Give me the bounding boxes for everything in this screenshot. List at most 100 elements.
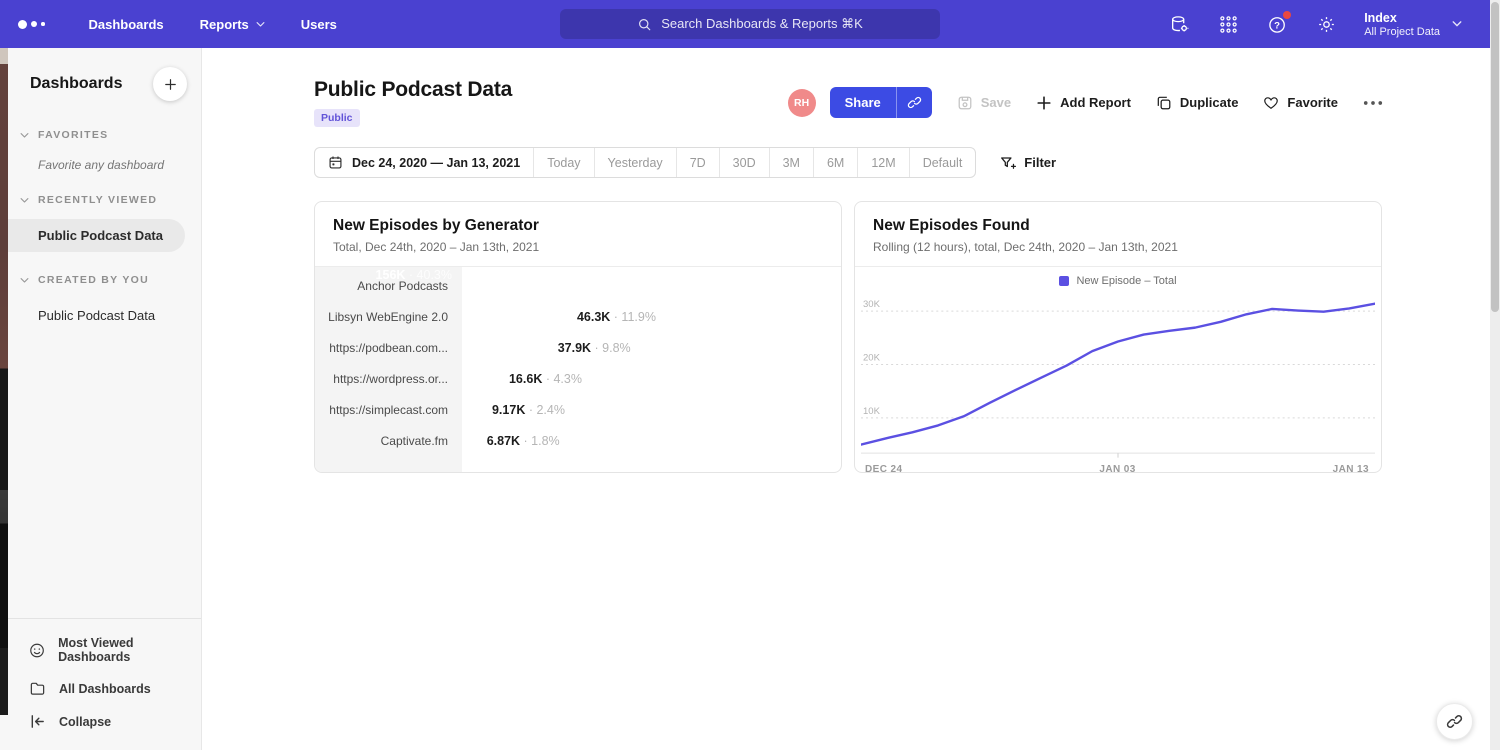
brand-logo[interactable]	[18, 20, 45, 29]
search-input[interactable]: Search Dashboards & Reports ⌘K	[560, 9, 940, 39]
line-chart-svg: 10K20K30K	[861, 294, 1375, 459]
preset-default[interactable]: Default	[910, 148, 976, 177]
page-header: Public Podcast Data Public RH Share Save	[314, 78, 1383, 127]
bar-value-label: 6.87K · 1.8%	[487, 434, 560, 448]
brand-dot	[31, 21, 37, 27]
bar-value-label: 156K · 40.3%	[376, 268, 452, 282]
bar-track: 16.6K · 4.3%	[462, 368, 819, 390]
preset-7d[interactable]: 7D	[677, 148, 720, 177]
sidebar-section-favorites: FAVORITESFavorite any dashboard	[8, 129, 201, 172]
sidebar-section-recently-viewed: RECENTLY VIEWED Public Podcast Data	[8, 194, 201, 252]
bar-track: 6.87K · 1.8%	[462, 430, 819, 452]
x-tick-label: JAN 13	[1333, 464, 1369, 473]
search-placeholder: Search Dashboards & Reports ⌘K	[661, 16, 863, 32]
date-range-box: Dec 24, 2020 — Jan 13, 2021 TodayYesterd…	[314, 147, 976, 178]
page-scrollbar[interactable]	[1490, 0, 1500, 750]
link-icon	[1446, 713, 1463, 730]
section-header-created-by-you[interactable]: CREATED BY YOU	[8, 274, 201, 286]
share-button[interactable]: Share	[830, 87, 896, 118]
save-button[interactable]: Save	[957, 95, 1011, 111]
section-header-favorites[interactable]: FAVORITES	[8, 129, 201, 141]
preset-30d[interactable]: 30D	[720, 148, 770, 177]
nav-item-reports[interactable]: Reports	[200, 17, 265, 32]
sidebar-title: Dashboards	[30, 75, 122, 93]
project-scope: All Project Data	[1364, 26, 1440, 38]
avatar[interactable]: RH	[788, 89, 816, 117]
header-actions: RH Share Save Add Report	[788, 87, 1383, 118]
line-series-new-episode-total[interactable]	[861, 304, 1375, 445]
bar-chart-row: https://wordpress.or...16.6K · 4.3%	[315, 363, 841, 394]
nav-item-dashboards[interactable]: Dashboards	[89, 17, 164, 32]
sidebar-footer-most-viewed-dashboards[interactable]: Most Viewed Dashboards	[8, 628, 201, 672]
calendar-icon	[328, 155, 343, 170]
more-options-button[interactable]	[1363, 100, 1383, 106]
y-tick-label: 10K	[863, 406, 881, 417]
date-range-button[interactable]: Dec 24, 2020 — Jan 13, 2021	[315, 148, 534, 177]
bar-track: 37.9K · 9.8%	[462, 337, 819, 359]
bar-chart-row: https://podbean.com...37.9K · 9.8%	[315, 332, 841, 363]
collapse-left-icon	[29, 713, 46, 730]
bar-category-label: Libsyn WebEngine 2.0	[315, 310, 462, 324]
line-chart-plot: 10K20K30K	[861, 294, 1375, 459]
preset-yesterday[interactable]: Yesterday	[595, 148, 677, 177]
settings-gear-icon[interactable]	[1315, 13, 1337, 35]
public-badge: Public	[314, 109, 360, 127]
sidebar-footer-collapse[interactable]: Collapse	[8, 705, 201, 738]
save-icon	[957, 95, 973, 111]
scrollbar-thumb[interactable]	[1491, 2, 1499, 312]
nav-item-users[interactable]: Users	[301, 17, 337, 32]
sidebar-sections: FAVORITESFavorite any dashboard RECENTLY …	[8, 107, 201, 332]
copy-icon	[1156, 95, 1172, 111]
preset-today[interactable]: Today	[534, 148, 594, 177]
x-axis-labels: DEC 24 JAN 03 JAN 13	[855, 459, 1381, 473]
y-tick-label: 30K	[863, 299, 881, 310]
project-switcher[interactable]: Index All Project Data	[1364, 11, 1462, 38]
duplicate-button[interactable]: Duplicate	[1156, 95, 1239, 111]
search-icon	[637, 17, 652, 32]
bar-chart-header[interactable]: New Episodes by Generator Total, Dec 24t…	[315, 202, 841, 267]
bar-category-label: https://podbean.com...	[315, 341, 462, 355]
preset-6m[interactable]: 6M	[814, 148, 858, 177]
sidebar-item-public-podcast-data[interactable]: Public Podcast Data	[8, 219, 185, 252]
bar-chart-row: Anchor Podcasts156K · 40.3%	[315, 270, 841, 301]
bar-chart-subtitle: Total, Dec 24th, 2020 – Jan 13th, 2021	[333, 240, 823, 254]
bar-track: 46.3K · 11.9%	[462, 306, 819, 328]
page-title: Public Podcast Data	[314, 78, 512, 102]
copy-link-fab[interactable]	[1436, 703, 1473, 740]
add-report-button[interactable]: Add Report	[1036, 95, 1131, 111]
chevron-down-icon	[20, 277, 29, 284]
filter-button[interactable]: Filter	[1000, 155, 1056, 171]
legend-swatch	[1059, 276, 1069, 286]
link-icon	[907, 95, 922, 110]
line-chart-header[interactable]: New Episodes Found Rolling (12 hours), t…	[855, 202, 1381, 267]
data-sources-icon[interactable]	[1168, 13, 1190, 35]
chevron-down-icon	[20, 197, 29, 204]
share-split-button: Share	[830, 87, 932, 118]
legend-label[interactable]: New Episode – Total	[1076, 275, 1176, 287]
bar-value-label: 46.3K · 11.9%	[577, 310, 656, 324]
sidebar-footer: Most Viewed DashboardsAll DashboardsColl…	[8, 618, 201, 750]
report-cards: New Episodes by Generator Total, Dec 24t…	[314, 201, 1383, 473]
notification-badge	[1283, 11, 1291, 19]
bar-chart-body: Anchor Podcasts156K · 40.3% Libsyn WebEng…	[315, 267, 841, 472]
bar-category-label: Captivate.fm	[315, 434, 462, 448]
heart-icon	[1263, 95, 1279, 111]
sidebar-section-created-by-you: CREATED BY YOU Public Podcast Data	[8, 274, 201, 332]
section-empty-text: Favorite any dashboard	[8, 141, 201, 172]
folder-icon	[29, 680, 46, 697]
preset-12m[interactable]: 12M	[858, 148, 909, 177]
x-tick-label: DEC 24	[865, 464, 902, 473]
share-link-button[interactable]	[896, 87, 932, 118]
apps-grid-icon[interactable]	[1217, 13, 1239, 35]
plus-icon	[1036, 95, 1052, 111]
favorite-button[interactable]: Favorite	[1263, 95, 1338, 111]
add-dashboard-button[interactable]	[153, 67, 187, 101]
sidebar-footer-all-dashboards[interactable]: All Dashboards	[8, 672, 201, 705]
help-icon[interactable]: ?	[1266, 13, 1288, 35]
chevron-down-icon	[256, 21, 265, 28]
top-nav: Dashboards Reports Users Search Dashboards…	[0, 0, 1500, 48]
line-chart-title: New Episodes Found	[873, 217, 1363, 235]
sidebar-item-public-podcast-data[interactable]: Public Podcast Data	[8, 299, 185, 332]
section-header-recently-viewed[interactable]: RECENTLY VIEWED	[8, 194, 201, 206]
preset-3m[interactable]: 3M	[770, 148, 814, 177]
